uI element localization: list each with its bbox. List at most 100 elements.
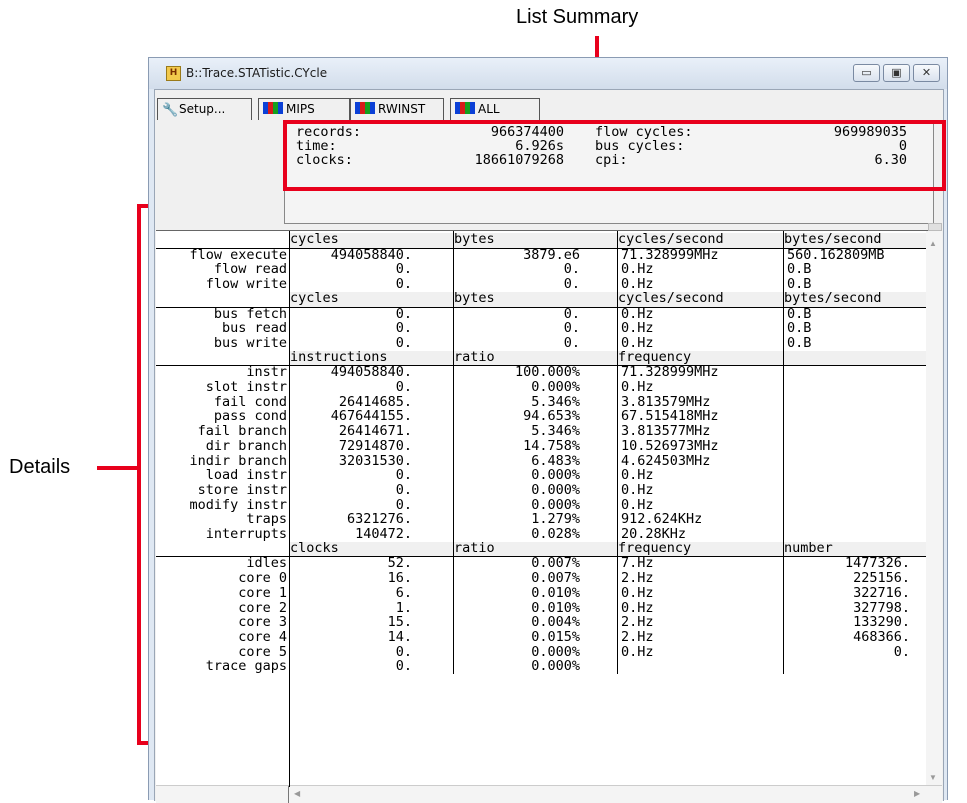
row-label: trace gaps bbox=[205, 658, 287, 675]
column-header: ratio bbox=[454, 348, 495, 365]
scroll-down-icon[interactable]: ▼ bbox=[929, 773, 937, 782]
details-bracket-vertical bbox=[137, 204, 141, 745]
value-cell: 0. bbox=[395, 320, 412, 337]
column-header: clocks bbox=[290, 539, 339, 556]
column-header: number bbox=[784, 539, 833, 556]
value-cell: 225156. bbox=[853, 570, 910, 587]
row-label: flow execute bbox=[189, 246, 287, 263]
details-table: ▲ ▼ ◀ ▶ cycles bytes cycles/second bytes/se… bbox=[156, 223, 942, 803]
row-label: flow write bbox=[205, 276, 287, 293]
value-cell: 5.346% bbox=[531, 423, 580, 440]
chart-icon bbox=[355, 102, 375, 114]
value-cell: 72914870. bbox=[338, 437, 412, 454]
all-button[interactable]: ALL bbox=[450, 98, 540, 120]
value-cell: 32031530. bbox=[338, 452, 412, 469]
scroll-thumb[interactable] bbox=[928, 223, 942, 231]
row-label: core 4 bbox=[238, 628, 287, 645]
value-cell: 322716. bbox=[853, 584, 910, 601]
row-label: pass cond bbox=[213, 408, 287, 425]
value-cell: 6.483% bbox=[531, 452, 580, 469]
column-header: ratio bbox=[454, 539, 495, 556]
value-cell: 0.000% bbox=[531, 467, 580, 484]
column-header: cycles/second bbox=[618, 231, 724, 247]
minimize-button[interactable]: ▭ bbox=[853, 64, 880, 82]
value-cell: 0.B bbox=[787, 305, 812, 322]
value-cell: 16. bbox=[387, 570, 412, 587]
mips-label: MIPS bbox=[286, 102, 315, 116]
value-cell: 560.162809MB bbox=[787, 246, 885, 263]
row-label: fail branch bbox=[197, 423, 287, 440]
details-pointer bbox=[97, 466, 137, 470]
column-header: instructions bbox=[290, 348, 388, 365]
value-cell: 14.758% bbox=[523, 437, 580, 454]
title-bar[interactable]: H B::Trace.STATistic.CYcle ▭ ▣ ✕ bbox=[149, 58, 947, 89]
value-cell: 0.007% bbox=[531, 570, 580, 587]
value-cell: 494058840. bbox=[330, 246, 412, 263]
row-label: flow read bbox=[213, 261, 287, 278]
column-divider bbox=[289, 231, 290, 787]
column-divider bbox=[617, 231, 618, 674]
value-cell: 1. bbox=[395, 599, 412, 616]
value-cell: 10.526973MHz bbox=[621, 437, 719, 454]
column-header: bytes bbox=[454, 289, 495, 306]
value-cell: 0. bbox=[395, 643, 412, 660]
value-cell: 6. bbox=[395, 584, 412, 601]
value-cell: 0.010% bbox=[531, 599, 580, 616]
row-label: bus fetch bbox=[213, 305, 287, 322]
column-header: bytes bbox=[454, 231, 495, 247]
row-label: dir branch bbox=[205, 437, 287, 454]
value-cell: 15. bbox=[387, 614, 412, 631]
list-summary-highlight bbox=[283, 120, 946, 191]
value-cell: 0. bbox=[395, 496, 412, 513]
value-cell: 0.000% bbox=[531, 658, 580, 675]
maximize-button[interactable]: ▣ bbox=[883, 64, 910, 82]
horizontal-scrollbar[interactable]: ◀ ▶ bbox=[156, 785, 942, 803]
value-cell: 0. bbox=[395, 379, 412, 395]
setup-label: Setup... bbox=[179, 102, 226, 116]
value-cell: 0.Hz bbox=[621, 584, 654, 601]
row-label: core 5 bbox=[238, 643, 287, 660]
value-cell: 912.624KHz bbox=[621, 511, 703, 528]
value-cell: 0.015% bbox=[531, 628, 580, 645]
value-cell: 3879.e6 bbox=[523, 246, 580, 263]
column-divider bbox=[453, 231, 454, 674]
row-label: store instr bbox=[197, 481, 287, 498]
window-client: 🔧Setup... MIPS RWINST ALL records: 96637… bbox=[154, 89, 944, 803]
vertical-scrollbar[interactable]: ▲ ▼ bbox=[926, 223, 942, 787]
column-header: frequency bbox=[618, 539, 692, 556]
value-cell: 0.000% bbox=[531, 496, 580, 513]
value-cell: 100.000% bbox=[514, 364, 580, 381]
value-cell: 0.Hz bbox=[621, 467, 654, 484]
row-label: core 3 bbox=[238, 614, 287, 631]
scroll-left-icon[interactable]: ◀ bbox=[294, 789, 300, 798]
app-icon: H bbox=[166, 66, 181, 81]
rwinst-button[interactable]: RWINST bbox=[350, 98, 444, 120]
value-cell: 26414671. bbox=[338, 423, 412, 440]
column-divider bbox=[783, 231, 784, 674]
column-header: bytes/second bbox=[784, 231, 882, 247]
value-cell: 3.813579MHz bbox=[621, 393, 711, 410]
value-cell: 133290. bbox=[853, 614, 910, 631]
value-cell: 0.Hz bbox=[621, 643, 654, 660]
value-cell: 0. bbox=[563, 261, 580, 278]
value-cell: 71.328999MHz bbox=[621, 246, 719, 263]
value-cell: 7.Hz bbox=[621, 555, 654, 572]
close-button[interactable]: ✕ bbox=[913, 64, 940, 82]
value-cell: 26414685. bbox=[338, 393, 412, 410]
value-cell: 494058840. bbox=[330, 364, 412, 381]
value-cell: 0.000% bbox=[531, 379, 580, 395]
row-label: slot instr bbox=[205, 379, 287, 395]
value-cell: 467644155. bbox=[330, 408, 412, 425]
row-label: fail cond bbox=[213, 393, 287, 410]
scroll-up-icon[interactable]: ▲ bbox=[929, 239, 937, 248]
value-cell: 0.B bbox=[787, 261, 812, 278]
value-cell: 2.Hz bbox=[621, 628, 654, 645]
row-label: core 2 bbox=[238, 599, 287, 616]
value-cell: 67.515418MHz bbox=[621, 408, 719, 425]
mips-button[interactable]: MIPS bbox=[258, 98, 350, 120]
row-label: bus read bbox=[221, 320, 287, 337]
scroll-right-icon[interactable]: ▶ bbox=[914, 789, 920, 798]
setup-button[interactable]: 🔧Setup... bbox=[157, 98, 252, 120]
value-cell: 0. bbox=[395, 658, 412, 675]
value-cell: 0. bbox=[563, 320, 580, 337]
